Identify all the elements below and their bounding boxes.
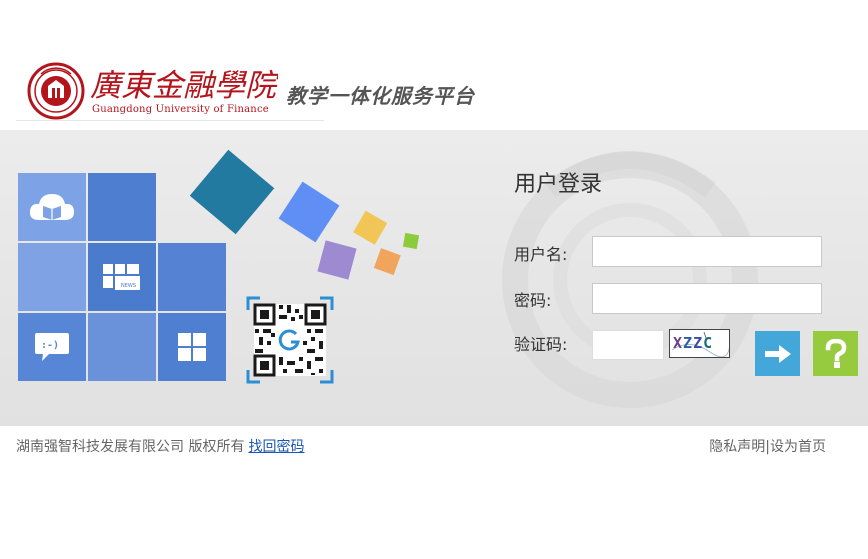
- tile-apps[interactable]: [158, 313, 226, 381]
- captcha-text: XZZC: [673, 334, 713, 352]
- tile-blank-2: [18, 243, 86, 311]
- deco-square-teal: [190, 149, 275, 235]
- header: 廣東金融學院 Guangdong University of Finance 教…: [0, 0, 868, 130]
- captcha-image[interactable]: XZZC: [669, 329, 730, 358]
- help-button[interactable]: [813, 331, 858, 376]
- logo-divider: [16, 120, 324, 121]
- grid-icon: [178, 333, 206, 361]
- arrow-right-icon: [764, 344, 791, 363]
- login-submit-button[interactable]: [755, 331, 800, 376]
- captcha-input[interactable]: [592, 330, 664, 360]
- tile-blank-4: [88, 313, 156, 381]
- captcha-char-3: Z: [693, 334, 704, 352]
- platform-title: 教学一体化服务平台: [286, 84, 475, 108]
- deco-square-blue: [278, 181, 340, 243]
- recover-password-link[interactable]: 找回密码: [248, 439, 304, 455]
- login-title: 用户登录: [514, 172, 603, 197]
- captcha-char-4: C: [703, 334, 714, 352]
- news-icon: NEWS: [103, 264, 140, 290]
- captcha-char-2: Z: [683, 334, 694, 352]
- tile-cloud-library[interactable]: [18, 173, 86, 241]
- captcha-label: 验证码:: [514, 335, 568, 354]
- chat-bubble-icon: :-): [35, 333, 69, 361]
- password-input[interactable]: [592, 283, 822, 314]
- tile-news[interactable]: NEWS: [88, 243, 156, 311]
- username-input[interactable]: [592, 236, 822, 267]
- footer-left: 湖南强智科技发展有限公司 版权所有 找回密码: [16, 436, 304, 456]
- question-mark-icon: [825, 338, 846, 368]
- password-label: 密码:: [514, 291, 552, 310]
- cloud-book-icon: [29, 194, 74, 220]
- tile-blank-1: [88, 173, 156, 241]
- university-seal-logo: [27, 62, 85, 120]
- captcha-char-1: X: [673, 334, 684, 352]
- tile-messages[interactable]: :-): [18, 313, 86, 381]
- qr-code-icon: [246, 296, 334, 384]
- privacy-link[interactable]: 隐私声明: [709, 439, 765, 455]
- logo-script-text: 廣東金融學院: [90, 68, 278, 104]
- deco-square-purple: [317, 240, 357, 280]
- set-homepage-link[interactable]: 设为首页: [770, 439, 826, 455]
- news-label: NEWS: [121, 283, 136, 289]
- login-banner: NEWS :-) 用户登录 用户名: 密码: 验证码: XZZC: [0, 130, 868, 426]
- copyright-text: 湖南强智科技发展有限公司 版权所有: [16, 439, 245, 455]
- deco-square-orange: [373, 248, 401, 276]
- deco-square-yellow: [353, 210, 388, 245]
- decorative-squares: [190, 149, 420, 280]
- university-english-name: Guangdong University of Finance: [92, 104, 269, 115]
- deco-square-green: [402, 232, 420, 250]
- chat-emoticon: :-): [41, 340, 59, 351]
- footer-right: 隐私声明|设为首页: [709, 436, 826, 456]
- university-script-name: 廣東金融學院: [90, 68, 278, 104]
- username-label: 用户名:: [514, 245, 568, 264]
